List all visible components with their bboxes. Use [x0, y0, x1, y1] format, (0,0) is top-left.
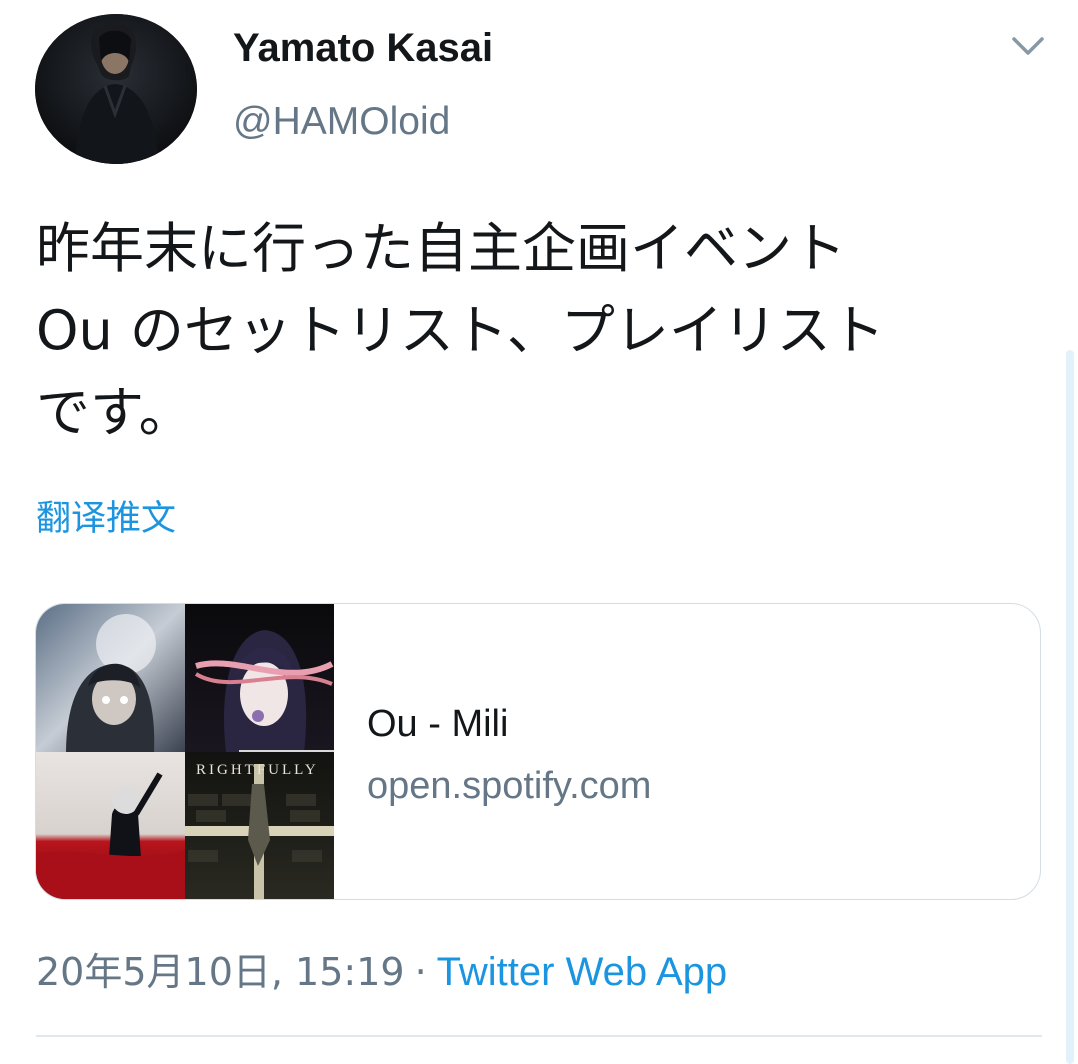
author-handle[interactable]: @HAMOloid	[233, 96, 450, 148]
artwork-text: RIGHTFULLY	[196, 762, 319, 778]
tweet-text: 昨年末に行った自主企画イベント Ou のセットリスト、プレイリスト です。	[36, 217, 885, 444]
tweet-meta: 20年5月10日, 15:19 · Twitter Web App	[36, 946, 727, 998]
tweet-menu-button[interactable]	[1008, 30, 1048, 62]
meta-separator: ·	[414, 950, 427, 994]
scrollbar[interactable]	[1066, 350, 1074, 1064]
author-avatar[interactable]	[35, 14, 197, 164]
card-artwork: RIGHTFULLY	[36, 604, 334, 899]
divider	[36, 1035, 1042, 1037]
card-domain: open.spotify.com	[367, 765, 652, 807]
card-title: Ou - Mili	[367, 703, 509, 745]
translate-tweet-link[interactable]: 翻译推文	[36, 495, 176, 543]
avatar-image	[35, 14, 197, 164]
chevron-down-icon	[1012, 37, 1044, 55]
playlist-cover-collage: RIGHTFULLY	[36, 604, 334, 899]
link-card[interactable]: RIGHTFULLY Ou - Mili open.spotify.com	[35, 603, 1041, 900]
tweet-timestamp[interactable]: 20年5月10日, 15:19	[36, 950, 405, 994]
author-display-name[interactable]: Yamato Kasai	[233, 22, 493, 74]
tweet-source-link[interactable]: Twitter Web App	[437, 950, 728, 994]
